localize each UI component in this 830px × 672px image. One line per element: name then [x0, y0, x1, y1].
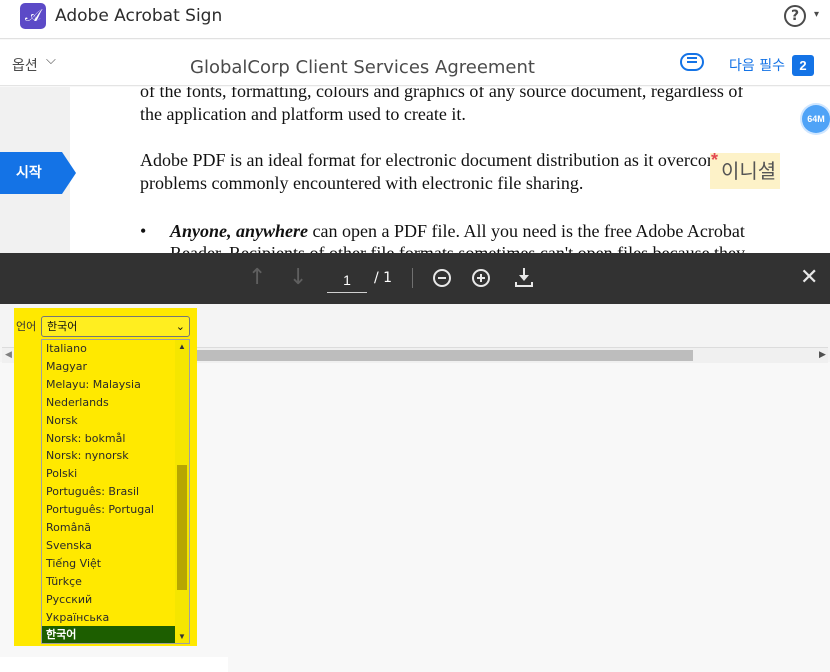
- next-page-arrow-down-icon[interactable]: ↓: [289, 266, 307, 290]
- bullet-emphasis: Anyone, anywhere: [170, 221, 309, 241]
- document-title: GlobalCorp Client Services Agreement: [190, 57, 535, 78]
- chevron-down-icon[interactable]: ⌄: [176, 317, 185, 336]
- scroll-right-icon[interactable]: ▶: [819, 349, 826, 360]
- document-toolbar: 옵션 ⌵ GlobalCorp Client Services Agreemen…: [0, 40, 830, 86]
- document-paragraph-line: problems commonly encountered with elect…: [140, 173, 584, 193]
- language-option[interactable]: Magyar: [42, 358, 175, 376]
- pdf-viewer-toolbar: ↑ ↓ / 1 ✕: [0, 253, 830, 304]
- bottom-strip: [0, 657, 228, 672]
- document-view: of the fonts, formatting, colours and gr…: [0, 87, 830, 253]
- document-paragraph-line: Adobe PDF is an ideal format for electro…: [140, 150, 763, 170]
- language-option[interactable]: Polski: [42, 465, 175, 483]
- next-required-count-badge[interactable]: 2: [792, 55, 814, 76]
- language-option[interactable]: Українська: [42, 609, 175, 627]
- app-title: Adobe Acrobat Sign: [55, 6, 223, 26]
- close-icon[interactable]: ✕: [800, 266, 818, 290]
- app-root: 𝒜 Adobe Acrobat Sign ? ▾ 옵션 ⌵ GlobalCorp…: [0, 0, 830, 672]
- language-option[interactable]: Norsk: [42, 412, 175, 430]
- language-option[interactable]: Norsk: nynorsk: [42, 447, 175, 465]
- language-option[interactable]: Svenska: [42, 537, 175, 555]
- start-button[interactable]: 시작: [0, 152, 76, 194]
- bullet-icon: •: [140, 221, 147, 241]
- zoom-in-icon[interactable]: [472, 269, 490, 287]
- document-paragraph-line: Reader. Recipients of other file formats…: [170, 243, 746, 253]
- bullet-rest: can open a PDF file. All you need is the…: [308, 221, 745, 241]
- language-option[interactable]: Türkçe: [42, 573, 175, 591]
- language-label: 언어: [16, 320, 37, 333]
- help-chevron-icon[interactable]: ▾: [814, 9, 819, 20]
- comment-icon[interactable]: [680, 53, 704, 71]
- help-icon[interactable]: ?: [784, 5, 806, 27]
- scroll-up-icon[interactable]: ▲: [178, 342, 186, 351]
- language-option[interactable]: Tiếng Việt: [42, 555, 175, 573]
- chevron-down-icon[interactable]: ⌵: [46, 52, 56, 68]
- page-total: / 1: [374, 270, 393, 286]
- toolbar-divider: [412, 268, 413, 288]
- language-selected-value: 한국어: [47, 320, 78, 333]
- language-option[interactable]: Română: [42, 519, 175, 537]
- language-option[interactable]: Norsk: bokmål: [42, 430, 175, 448]
- next-required-button[interactable]: 다음 필수: [729, 55, 785, 75]
- memory-badge: 64M: [802, 105, 830, 133]
- scroll-down-icon[interactable]: ▼: [178, 632, 186, 641]
- vertical-scrollbar[interactable]: ▲ ▼: [175, 340, 189, 643]
- app-bar: 𝒜 Adobe Acrobat Sign ? ▾: [0, 0, 830, 39]
- language-dropdown-list[interactable]: ▲ ▼ Italiano Magyar Melayu: Malaysia Nederl…: [41, 339, 190, 644]
- scroll-left-icon[interactable]: ◀: [5, 349, 12, 360]
- options-button[interactable]: 옵션: [12, 55, 38, 75]
- vertical-scrollbar-thumb[interactable]: [177, 465, 187, 590]
- download-icon[interactable]: [515, 268, 533, 288]
- language-option[interactable]: 한국어: [42, 626, 175, 643]
- language-select[interactable]: 한국어 ⌄: [41, 316, 190, 337]
- bullet-text: Anyone, anywhere can open a PDF file. Al…: [170, 221, 745, 242]
- language-option[interactable]: Português: Brasil: [42, 483, 175, 501]
- language-option[interactable]: Melayu: Malaysia: [42, 376, 175, 394]
- document-paragraph-line: the application and platform used to cre…: [140, 104, 466, 124]
- required-star-icon: *: [711, 150, 719, 170]
- document-paragraph-line: of the fonts, formatting, colours and gr…: [140, 87, 744, 101]
- language-option[interactable]: Русский: [42, 591, 175, 609]
- previous-page-arrow-up-icon[interactable]: ↑: [248, 266, 266, 290]
- language-option[interactable]: Português: Portugal: [42, 501, 175, 519]
- initials-field[interactable]: 이니셜: [710, 153, 780, 189]
- language-option[interactable]: Nederlands: [42, 394, 175, 412]
- language-option[interactable]: Italiano: [42, 340, 175, 358]
- page-number-input[interactable]: [327, 267, 367, 293]
- adobe-acrobat-logo-icon: 𝒜: [20, 3, 46, 29]
- zoom-out-icon[interactable]: [433, 269, 451, 287]
